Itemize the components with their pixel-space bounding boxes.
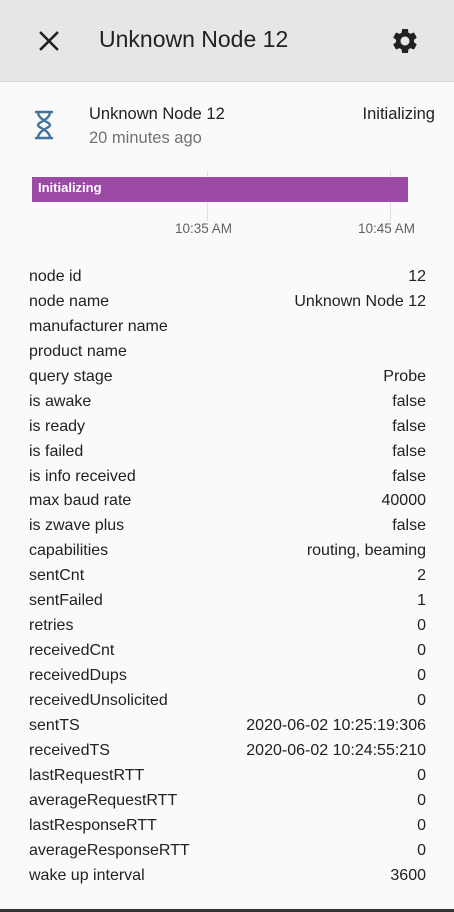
attribute-row: node id 12 bbox=[29, 265, 426, 290]
attribute-row: is info received false bbox=[29, 465, 426, 490]
attribute-value: false bbox=[392, 517, 426, 535]
timeline-tick-label: 10:35 AM bbox=[175, 221, 233, 236]
attribute-value: 2020-06-02 10:24:55:210 bbox=[246, 741, 426, 759]
attribute-value: 12 bbox=[408, 268, 426, 285]
attribute-key: wake up interval bbox=[29, 866, 145, 884]
attribute-value: routing, beaming bbox=[306, 542, 426, 560]
attribute-value: 0 bbox=[417, 766, 426, 784]
attribute-row: lastRequestRTT 0 bbox=[29, 764, 426, 789]
attribute-key: max baud rate bbox=[29, 492, 132, 510]
attribute-value: 0 bbox=[417, 691, 426, 709]
attribute-key: receivedCnt bbox=[29, 642, 115, 660]
attribute-row: max baud rate 40000 bbox=[29, 489, 426, 514]
entity-row: Unknown Node 12 20 minutes ago Initializ… bbox=[0, 96, 454, 160]
entity-last-changed: 20 minutes ago bbox=[89, 129, 202, 147]
hourglass-icon bbox=[34, 110, 54, 140]
attribute-value: false bbox=[392, 417, 426, 435]
attribute-value: false bbox=[392, 442, 426, 460]
attribute-key: is zwave plus bbox=[29, 517, 125, 535]
entity-name: Unknown Node 12 bbox=[89, 105, 225, 123]
attribute-row: product name bbox=[29, 340, 426, 365]
attribute-row: is ready false bbox=[29, 415, 426, 440]
attribute-value: 3600 bbox=[390, 866, 426, 884]
attribute-value: false bbox=[392, 392, 426, 410]
attribute-row: wake up interval 3600 bbox=[29, 864, 426, 889]
attribute-value: 0 bbox=[417, 617, 426, 635]
dialog-header: Unknown Node 12 bbox=[0, 0, 454, 82]
attribute-row: averageRequestRTT 0 bbox=[29, 789, 426, 814]
attribute-key: sentFailed bbox=[29, 592, 103, 610]
attribute-key: is awake bbox=[29, 392, 92, 410]
history-timeline: Initializing 10:35 AM 10:45 AM bbox=[0, 165, 454, 245]
attribute-value: 2 bbox=[417, 567, 426, 585]
attribute-value: 0 bbox=[417, 667, 426, 684]
attribute-row: averageResponseRTT 0 bbox=[29, 839, 426, 864]
timeline-tick-label: 10:45 AM bbox=[358, 221, 416, 236]
attribute-key: sentTS bbox=[29, 716, 80, 734]
attribute-key: averageResponseRTT bbox=[29, 841, 190, 859]
attribute-row: is awake false bbox=[29, 390, 426, 415]
attribute-value: 2020-06-02 10:25:19:306 bbox=[246, 716, 426, 734]
attribute-value: 40000 bbox=[381, 492, 427, 510]
timeline-state-bar[interactable]: Initializing bbox=[32, 177, 408, 202]
attributes-list: node id 12 node name Unknown Node 12 manufac… bbox=[29, 265, 426, 888]
close-icon bbox=[39, 31, 59, 51]
attribute-key: receivedTS bbox=[29, 741, 110, 759]
attribute-row: node name Unknown Node 12 bbox=[29, 290, 426, 315]
attribute-key: product name bbox=[29, 342, 127, 360]
attribute-key: receivedDups bbox=[29, 667, 127, 684]
attribute-value: Unknown Node 12 bbox=[294, 292, 426, 310]
attribute-value: 1 bbox=[417, 592, 426, 610]
attribute-row: receivedUnsolicited 0 bbox=[29, 689, 426, 714]
attribute-key: lastRequestRTT bbox=[29, 766, 145, 784]
attribute-key: sentCnt bbox=[29, 567, 85, 585]
gear-icon bbox=[393, 28, 417, 53]
attribute-row: sentTS 2020-06-02 10:25:19:306 bbox=[29, 714, 426, 739]
attribute-key: receivedUnsolicited bbox=[29, 691, 168, 709]
attribute-key: retries bbox=[29, 617, 74, 635]
attribute-value: false bbox=[392, 467, 426, 485]
attribute-row: sentFailed 1 bbox=[29, 589, 426, 614]
attribute-value: 0 bbox=[417, 642, 426, 660]
close-button[interactable] bbox=[36, 28, 62, 54]
attribute-row: receivedDups 0 bbox=[29, 664, 426, 689]
settings-button[interactable] bbox=[390, 26, 420, 56]
attribute-row: is failed false bbox=[29, 440, 426, 465]
attribute-row: retries 0 bbox=[29, 614, 426, 639]
dialog-title: Unknown Node 12 bbox=[99, 26, 289, 52]
attribute-key: averageRequestRTT bbox=[29, 791, 178, 809]
attribute-row: lastResponseRTT 0 bbox=[29, 814, 426, 839]
attribute-key: capabilities bbox=[29, 542, 109, 560]
attribute-value: 0 bbox=[417, 841, 426, 859]
attribute-key: node name bbox=[29, 292, 110, 310]
attribute-key: lastResponseRTT bbox=[29, 816, 157, 834]
attribute-row: is zwave plus false bbox=[29, 514, 426, 539]
attribute-row: capabilities routing, beaming bbox=[29, 539, 426, 564]
attribute-key: is ready bbox=[29, 417, 86, 435]
attribute-row: receivedCnt 0 bbox=[29, 639, 426, 664]
attribute-key: query stage bbox=[29, 367, 113, 385]
attribute-value: 0 bbox=[417, 791, 426, 809]
attribute-value: 0 bbox=[417, 816, 426, 834]
attribute-key: node id bbox=[29, 268, 82, 285]
attribute-row: manufacturer name bbox=[29, 315, 426, 340]
attribute-key: manufacturer name bbox=[29, 317, 168, 335]
attribute-row: query stage Probe bbox=[29, 365, 426, 390]
attribute-key: is info received bbox=[29, 467, 136, 485]
entity-state: Initializing bbox=[362, 105, 435, 123]
attribute-row: sentCnt 2 bbox=[29, 564, 426, 589]
attribute-value: Probe bbox=[383, 367, 426, 385]
attribute-key: is failed bbox=[29, 442, 84, 460]
attribute-row: receivedTS 2020-06-02 10:24:55:210 bbox=[29, 739, 426, 764]
